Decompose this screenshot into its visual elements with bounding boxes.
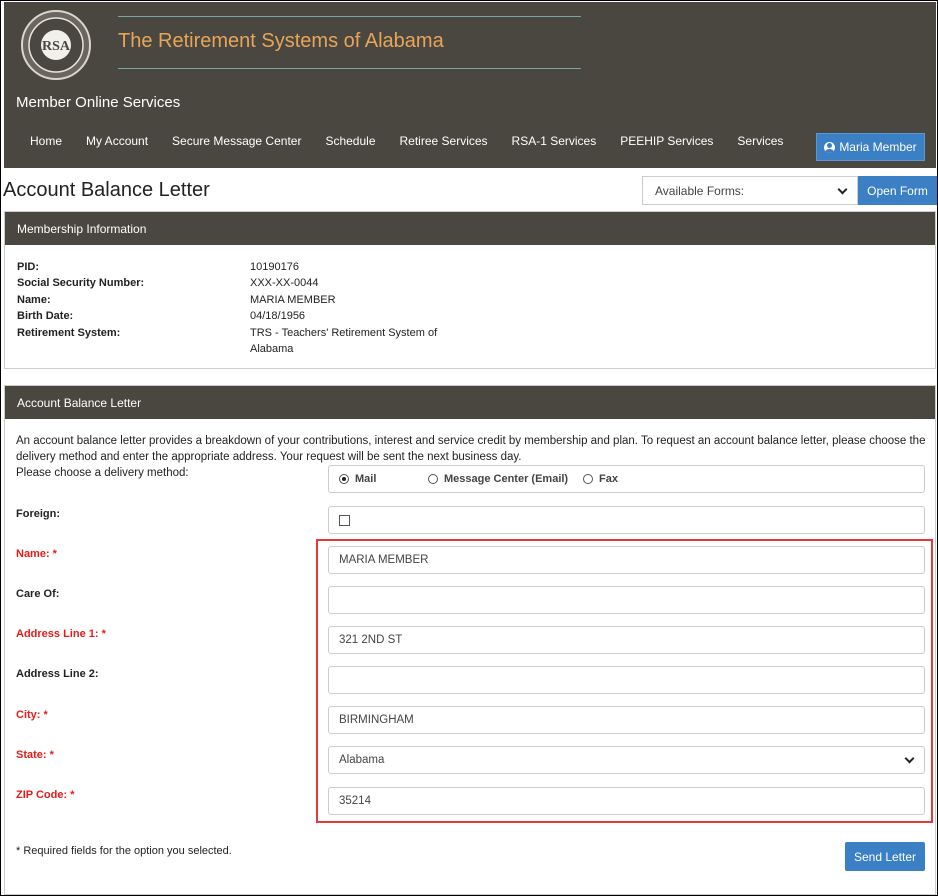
- brand-title: The Retirement Systems of Alabama: [118, 30, 444, 52]
- foreign-field: [328, 506, 925, 534]
- info-row-retirement-system: Retirement System: TRS - Teachers' Retir…: [17, 326, 438, 356]
- nav-secure-message-center[interactable]: Secure Message Center: [172, 134, 301, 148]
- address-line-2-input[interactable]: [328, 666, 925, 694]
- available-forms-label: Available Forms:: [655, 183, 745, 198]
- send-letter-button[interactable]: Send Letter: [845, 842, 925, 871]
- nav-rsa1-services[interactable]: RSA-1 Services: [512, 134, 597, 148]
- letter-description: An account balance letter provides a bre…: [16, 435, 926, 463]
- info-row-ssn: Social Security Number: XXX-XX-0044: [17, 277, 319, 290]
- foreign-checkbox[interactable]: [339, 514, 350, 526]
- nav-home[interactable]: Home: [30, 134, 62, 148]
- address-line-1-label: Address Line 1: *: [16, 628, 106, 640]
- info-row-birth-date: Birth Date: 04/18/1956: [17, 310, 306, 323]
- state-label: State: *: [16, 749, 54, 761]
- open-form-button[interactable]: Open Form: [858, 176, 937, 205]
- user-circle-icon: [824, 141, 836, 153]
- info-row-pid: PID: 10190176: [17, 261, 299, 273]
- city-label: City: *: [16, 709, 48, 721]
- delivery-option-mail[interactable]: Mail: [339, 473, 428, 485]
- delivery-method-group: Mail Message Center (Email) Fax: [328, 465, 925, 493]
- chevron-down-icon: [904, 753, 915, 764]
- delivery-option-message-center[interactable]: Message Center (Email): [428, 473, 583, 485]
- name-label: Name: *: [16, 548, 57, 560]
- membership-panel-heading: Membership Information: [5, 212, 935, 245]
- rsa-logo: RSA: [21, 10, 91, 80]
- page-title: Account Balance Letter: [3, 179, 210, 201]
- nav-services[interactable]: Services: [737, 134, 783, 148]
- care-of-input[interactable]: [328, 586, 925, 614]
- membership-info: PID: 10190176 Social Security Number: XX…: [17, 259, 460, 357]
- zip-code-input[interactable]: 35214: [328, 787, 925, 815]
- zip-code-label: ZIP Code: *: [16, 789, 75, 801]
- city-input[interactable]: BIRMINGHAM: [328, 706, 925, 734]
- main-nav: Home My Account Secure Message Center Sc…: [30, 134, 807, 148]
- letter-panel: Account Balance Letter An account balanc…: [4, 385, 936, 895]
- available-forms-select[interactable]: Available Forms:: [642, 176, 858, 205]
- nav-schedule[interactable]: Schedule: [325, 134, 375, 148]
- site-subtitle: Member Online Services: [16, 94, 181, 111]
- page-frame: RSA The Retirement Systems of Alabama Me…: [0, 0, 938, 896]
- state-select[interactable]: Alabama: [328, 746, 925, 774]
- chevron-down-icon: [837, 184, 848, 195]
- info-row-name: Name: MARIA MEMBER: [17, 293, 336, 306]
- user-menu-button[interactable]: Maria Member: [816, 133, 925, 161]
- delivery-option-fax[interactable]: Fax: [583, 473, 618, 485]
- brand-line-bottom: [118, 68, 581, 69]
- svg-text:RSA: RSA: [42, 39, 71, 54]
- radio-selected-icon: [339, 474, 349, 484]
- site-header: RSA The Retirement Systems of Alabama Me…: [4, 2, 936, 168]
- delivery-method-label: Please choose a delivery method:: [16, 467, 189, 479]
- address-line-1-input[interactable]: 321 2ND ST: [328, 626, 925, 654]
- state-value: Alabama: [339, 754, 385, 766]
- radio-icon: [583, 474, 593, 484]
- nav-peehip-services[interactable]: PEEHIP Services: [620, 134, 713, 148]
- address-line-2-label: Address Line 2:: [16, 668, 99, 680]
- nav-my-account[interactable]: My Account: [86, 134, 148, 148]
- membership-panel: Membership Information PID: 10190176 Soc…: [4, 211, 936, 369]
- radio-icon: [428, 474, 438, 484]
- user-name: Maria Member: [839, 140, 917, 154]
- name-input[interactable]: MARIA MEMBER: [328, 546, 925, 574]
- foreign-label: Foreign:: [16, 508, 60, 520]
- brand-line-top: [118, 16, 581, 17]
- care-of-label: Care Of:: [16, 588, 60, 600]
- letter-panel-heading: Account Balance Letter: [5, 386, 935, 419]
- nav-retiree-services[interactable]: Retiree Services: [400, 134, 488, 148]
- required-fields-note: * Required fields for the option you sel…: [16, 845, 232, 857]
